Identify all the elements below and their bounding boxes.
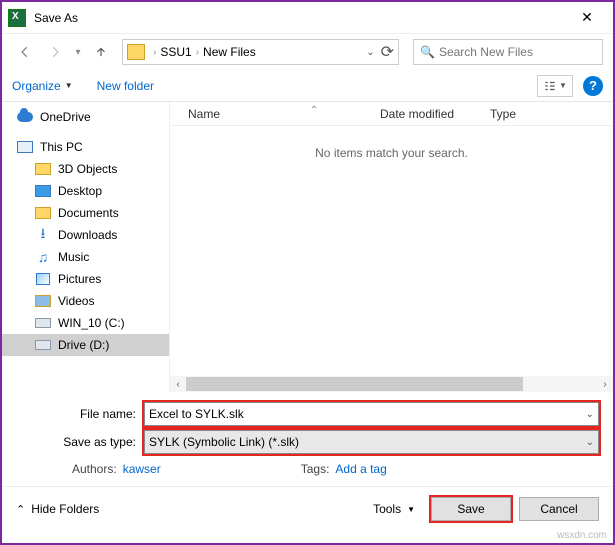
watermark: wsxdn.com: [557, 530, 607, 541]
authors-value[interactable]: kawser: [123, 462, 161, 476]
savetype-select[interactable]: SYLK (Symbolic Link) (*.slk)⌄: [144, 430, 599, 454]
chevron-down-icon[interactable]: ⌄: [586, 409, 594, 420]
search-icon: 🔍: [420, 45, 435, 59]
address-bar[interactable]: › SSU1 › New Files ⌄ ⟳: [122, 39, 399, 65]
empty-message: No items match your search.: [170, 126, 613, 180]
caret-up-icon: ⌃: [16, 503, 25, 516]
scroll-thumb[interactable]: [186, 377, 523, 391]
cloud-icon: [17, 112, 33, 122]
hide-folders-button[interactable]: ⌃Hide Folders: [16, 502, 99, 516]
file-list: Name⌃ Date modified Type No items match …: [170, 102, 613, 392]
search-box[interactable]: 🔍: [413, 39, 603, 65]
column-header[interactable]: Name⌃ Date modified Type: [170, 102, 613, 126]
filename-input[interactable]: Excel to SYLK.slk⌄: [144, 402, 599, 426]
desktop-icon: [35, 185, 51, 197]
tools-button[interactable]: Tools▼: [373, 502, 415, 516]
music-icon: ♫: [34, 249, 52, 265]
organize-button[interactable]: Organize▼: [12, 79, 73, 93]
tree-downloads[interactable]: ⭳Downloads: [2, 224, 169, 246]
title-bar: Save As ✕: [2, 2, 613, 34]
tags-value[interactable]: Add a tag: [335, 462, 386, 476]
tree-onedrive[interactable]: OneDrive: [2, 106, 169, 128]
tree-pictures[interactable]: Pictures: [2, 268, 169, 290]
column-name[interactable]: Name⌃: [170, 107, 380, 121]
tree-thispc[interactable]: This PC: [2, 136, 169, 158]
savetype-label: Save as type:: [16, 435, 144, 449]
cancel-button[interactable]: Cancel: [519, 497, 599, 521]
address-dropdown[interactable]: ⌄: [366, 47, 374, 58]
tree-music[interactable]: ♫Music: [2, 246, 169, 268]
recent-dropdown[interactable]: ▾: [72, 39, 84, 65]
tree-3dobjects[interactable]: 3D Objects: [2, 158, 169, 180]
nav-tree[interactable]: OneDrive This PC 3D Objects Desktop Docu…: [2, 102, 170, 392]
column-type[interactable]: Type: [490, 107, 613, 121]
dialog-title: Save As: [34, 11, 567, 25]
newfolder-button[interactable]: New folder: [97, 79, 154, 93]
tree-videos[interactable]: Videos: [2, 290, 169, 312]
up-button[interactable]: [88, 39, 114, 65]
breadcrumb-seg2[interactable]: New Files: [203, 45, 256, 59]
chevron-down-icon[interactable]: ⌄: [586, 437, 594, 448]
search-input[interactable]: [439, 45, 596, 59]
view-button[interactable]: ▼: [537, 75, 573, 97]
pc-icon: [17, 141, 33, 153]
sort-indicator-icon: ⌃: [310, 105, 318, 116]
drive-icon: [35, 318, 51, 328]
tree-drived[interactable]: Drive (D:): [2, 334, 169, 356]
downloads-icon: ⭳: [34, 227, 52, 243]
toolbar: Organize▼ New folder ▼ ?: [2, 70, 613, 102]
chevron-right-icon: ›: [153, 47, 156, 58]
forward-button: [42, 39, 68, 65]
scroll-right-icon[interactable]: ›: [597, 379, 613, 390]
column-date[interactable]: Date modified: [380, 107, 490, 121]
pictures-icon: [36, 273, 50, 285]
horizontal-scrollbar[interactable]: ‹ ›: [170, 376, 613, 392]
back-button[interactable]: [12, 39, 38, 65]
body: OneDrive This PC 3D Objects Desktop Docu…: [2, 102, 613, 392]
help-button[interactable]: ?: [583, 76, 603, 96]
drive-icon: [35, 340, 51, 350]
refresh-button[interactable]: ⟳: [381, 42, 394, 62]
form-area: File name: Excel to SYLK.slk⌄ Save as ty…: [2, 392, 613, 486]
folder-icon: [127, 44, 145, 60]
scroll-left-icon[interactable]: ‹: [170, 379, 186, 390]
documents-icon: [35, 207, 51, 219]
authors-label: Authors:: [72, 462, 117, 476]
folder-icon: [35, 163, 51, 175]
breadcrumb-seg1[interactable]: SSU1: [160, 45, 191, 59]
save-button[interactable]: Save: [431, 497, 511, 521]
filename-label: File name:: [16, 407, 144, 421]
footer: ⌃Hide Folders Tools▼ Save Cancel: [2, 486, 613, 531]
nav-row: ▾ › SSU1 › New Files ⌄ ⟳ 🔍: [2, 34, 613, 70]
tags-label: Tags:: [301, 462, 330, 476]
videos-icon: [35, 295, 51, 307]
tree-win10[interactable]: WIN_10 (C:): [2, 312, 169, 334]
tree-desktop[interactable]: Desktop: [2, 180, 169, 202]
chevron-right-icon: ›: [196, 47, 199, 58]
excel-icon: [8, 9, 26, 27]
close-button[interactable]: ✕: [567, 9, 607, 26]
tree-documents[interactable]: Documents: [2, 202, 169, 224]
